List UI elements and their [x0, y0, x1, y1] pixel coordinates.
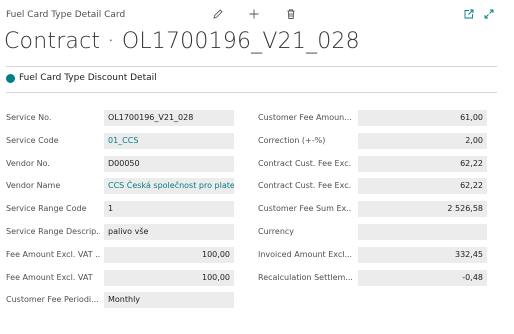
contract-cust-fee-field-1[interactable]: 62,22: [358, 155, 487, 172]
field-label: Contract Cust. Fee Exc...: [258, 158, 352, 168]
field-label: Customer Fee Amoun...: [258, 113, 352, 122]
action-label: Fuel Card Type Discount Detail: [19, 73, 157, 83]
trash-icon-glyph: [287, 9, 295, 19]
field-label: Service No.: [6, 113, 52, 122]
recalculation-settlement-field[interactable]: -0,48: [358, 269, 487, 286]
open-in-new-window-icon-glyph: [464, 9, 474, 19]
action-divider: [6, 92, 497, 93]
field-label: Correction (+-%): [258, 135, 326, 145]
title-divider: [6, 66, 497, 67]
field-label: Service Range Code: [6, 204, 87, 214]
service-range-description-field[interactable]: palivo vše: [104, 223, 234, 240]
vendor-name-field[interactable]: CCS Česká společnost pro plate...: [104, 178, 234, 195]
expand-icon-glyph: [484, 9, 494, 19]
field-label: Fee Amount Excl. VAT ...: [6, 249, 100, 259]
currency-field[interactable]: [358, 223, 487, 240]
field-label: Currency: [258, 226, 295, 236]
vendor-no-field[interactable]: D00050: [104, 155, 234, 172]
field-label: Vendor Name: [6, 181, 61, 191]
customer-fee-periodicity-field[interactable]: Monthly: [104, 292, 234, 309]
trash-icon[interactable]: [283, 6, 299, 22]
pencil-icon-glyph: [213, 9, 223, 19]
field-label: Recalculation Settlem...: [258, 272, 352, 282]
field-label: Customer Fee Sum Ex...: [258, 204, 352, 214]
breadcrumb: Fuel Card Type Detail Card: [6, 10, 126, 20]
field-label: Vendor No.: [6, 158, 50, 168]
service-no-field[interactable]: OL1700196_V21_028: [104, 110, 234, 126]
fuel-card-type-discount-detail-action[interactable]: Fuel Card Type Discount Detail: [6, 73, 157, 83]
fee-amount-excl-vat-field-2[interactable]: 100,00: [104, 269, 234, 286]
plus-icon-glyph: [249, 9, 259, 19]
action-dot-icon: [6, 73, 15, 83]
contract-cust-fee-field-2[interactable]: 62,22: [358, 178, 487, 195]
plus-icon[interactable]: [246, 6, 262, 22]
field-label: Service Range Descrip...: [6, 226, 100, 236]
fee-amount-excl-vat-field-1[interactable]: 100,00: [104, 246, 234, 263]
pencil-icon[interactable]: [210, 6, 226, 22]
page-title: Contract · OL1700196_V21_028: [4, 29, 360, 54]
expand-icon[interactable]: [481, 6, 497, 22]
field-label: Contract Cust. Fee Exc...: [258, 181, 352, 191]
open-in-new-window-icon[interactable]: [461, 6, 477, 22]
field-label: Fee Amount Excl. VAT: [6, 272, 93, 282]
field-label: Service Code: [6, 135, 59, 145]
correction-field[interactable]: 2,00: [358, 132, 487, 149]
field-label: Invoiced Amount Excl....: [258, 249, 352, 259]
service-range-code-field[interactable]: 1: [104, 201, 234, 218]
field-label: Customer Fee Periodi...: [6, 295, 99, 305]
customer-fee-sum-field[interactable]: 2 526,58: [358, 201, 487, 218]
customer-fee-amount-field[interactable]: 61,00: [358, 110, 487, 126]
service-code-field[interactable]: 01_CCS: [104, 132, 234, 149]
invoiced-amount-field[interactable]: 332,45: [358, 246, 487, 263]
